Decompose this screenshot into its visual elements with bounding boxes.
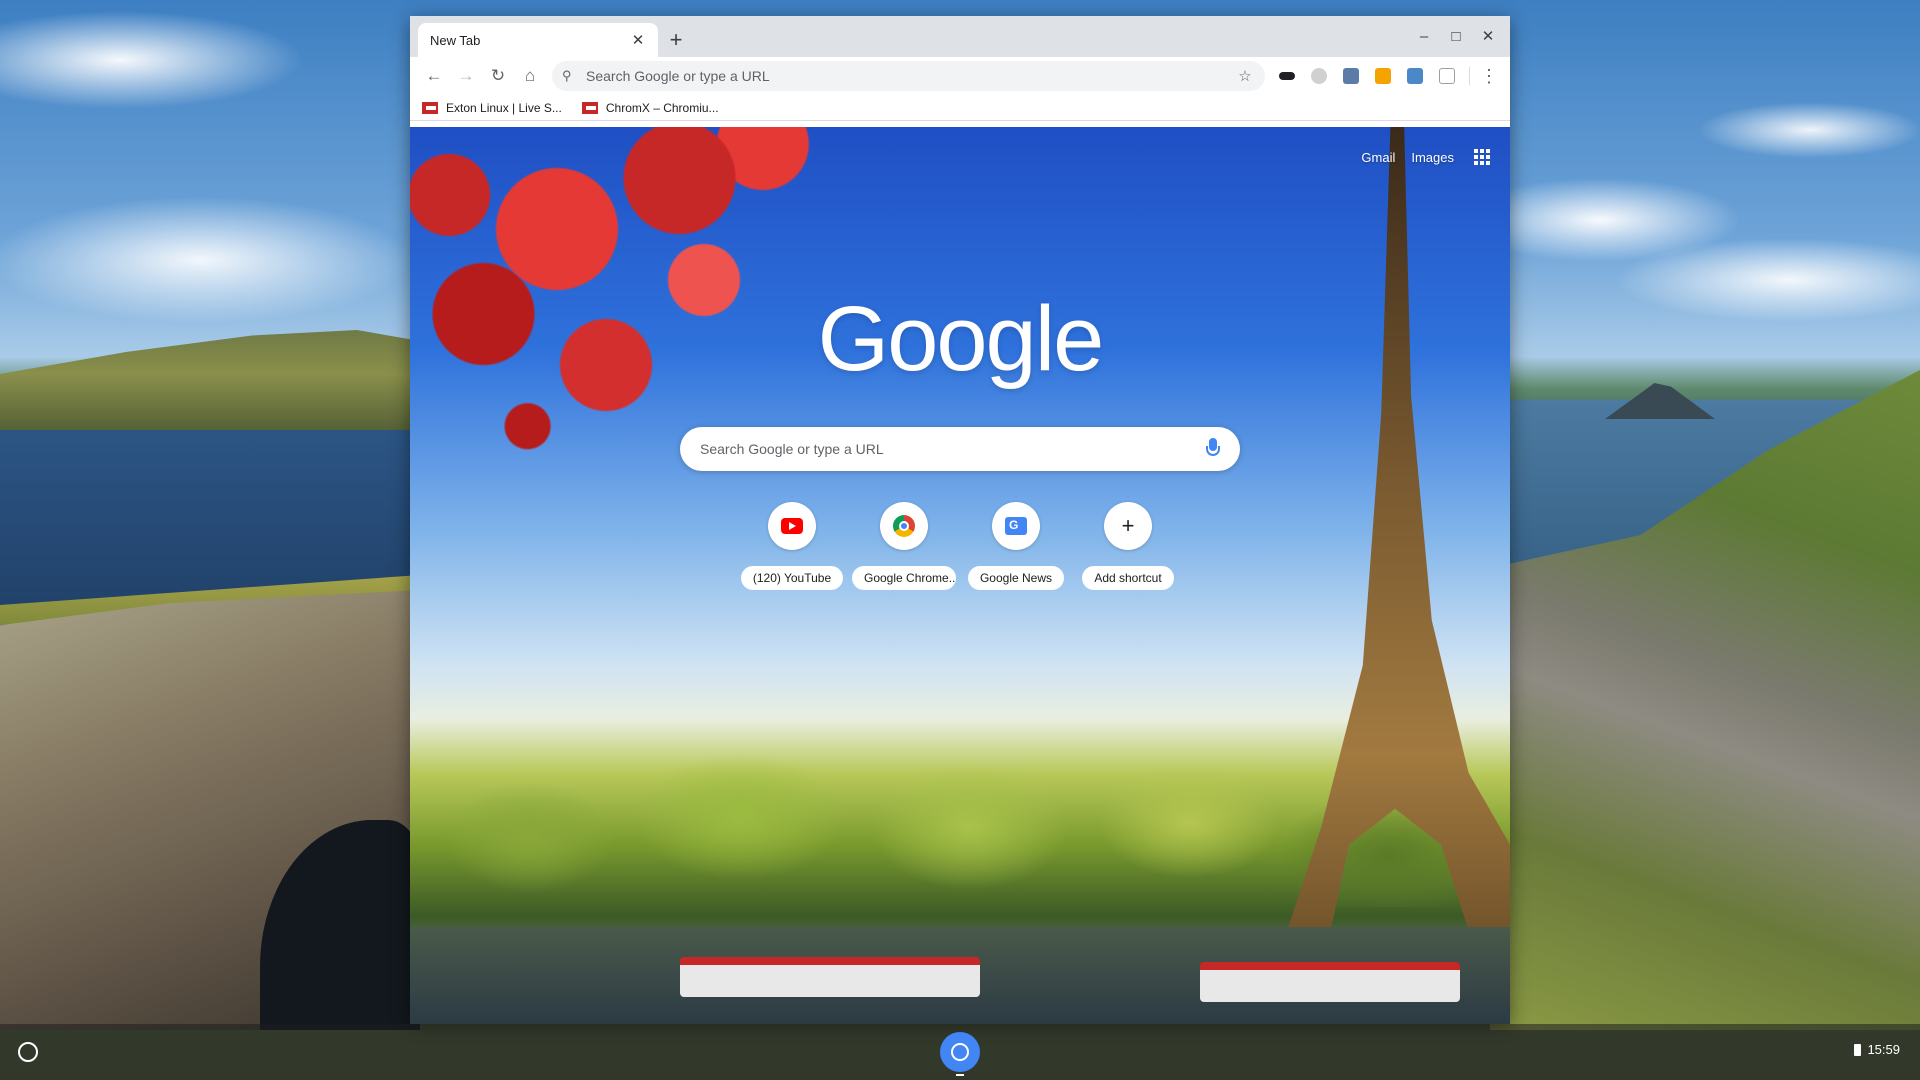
search-icon: ⚲ (562, 68, 572, 83)
shortcut-add[interactable]: + Add shortcut (1072, 502, 1184, 590)
shortcut-label[interactable]: Google News (967, 566, 1065, 590)
close-window-button[interactable]: ✕ (1472, 24, 1504, 48)
google-logo: Google (817, 288, 1105, 390)
ntp-search-box[interactable]: Search Google or type a URL (680, 427, 1240, 471)
window-controls: – □ ✕ (1408, 24, 1504, 48)
chrome-icon[interactable] (880, 502, 928, 550)
new-tab-page: Gmail Images Google Search Google or typ… (410, 127, 1510, 1024)
toolbar-divider (1469, 67, 1470, 85)
omnibox-placeholder[interactable]: Search Google or type a URL (582, 68, 1235, 84)
reload-button[interactable]: ↻ (482, 61, 514, 91)
google-news-icon[interactable] (992, 502, 1040, 550)
toolbar: ← → ↻ ⌂ ⚲ Search Google or type a URL ☆ … (410, 57, 1510, 95)
clock: 15:59 (1867, 1042, 1900, 1057)
apps-grid-icon[interactable] (1474, 149, 1490, 165)
home-button[interactable]: ⌂ (514, 61, 546, 91)
shortcut-label[interactable]: Add shortcut (1082, 566, 1174, 590)
bookmark-chromx[interactable]: ChromX – Chromiu... (581, 100, 719, 115)
youtube-icon[interactable] (768, 502, 816, 550)
new-tab-button[interactable]: + (662, 26, 690, 54)
background-boat (1200, 962, 1460, 1002)
ntp-top-links: Gmail Images (1361, 149, 1490, 165)
shortcut-label[interactable]: Google Chrome... (852, 566, 956, 590)
shelf: 15:59 (0, 1024, 1920, 1080)
bookmarks-bar: Exton Linux | Live S... ChromX – Chromiu… (410, 95, 1510, 121)
blue-s-extension-icon[interactable] (1399, 61, 1431, 91)
status-tray[interactable]: 15:59 (1854, 1042, 1900, 1057)
puzzle-extension-icon[interactable] (1335, 61, 1367, 91)
tab-new-tab[interactable]: New Tab ✕ (418, 23, 658, 57)
bookmark-favicon-icon (422, 101, 438, 114)
back-button[interactable]: ← (418, 61, 450, 91)
microphone-icon[interactable] (1206, 438, 1220, 460)
circle-extension-icon[interactable] (1303, 61, 1335, 91)
bookmark-exton-linux[interactable]: Exton Linux | Live S... (422, 101, 562, 115)
menu-icon[interactable]: ⋮ (1476, 66, 1502, 87)
orange-extension-icon[interactable] (1367, 61, 1399, 91)
images-link[interactable]: Images (1411, 150, 1454, 165)
browser-window: New Tab ✕ + – □ ✕ ← → ↻ ⌂ ⚲ Search Googl… (410, 16, 1510, 1024)
bookmark-star-icon[interactable]: ☆ (1235, 67, 1255, 85)
omnibox[interactable]: ⚲ Search Google or type a URL ☆ (552, 61, 1265, 91)
close-icon[interactable]: ✕ (630, 31, 646, 49)
shortcut-youtube[interactable]: (120) YouTube (736, 502, 848, 590)
shortcut-google-chrome[interactable]: Google Chrome... (848, 502, 960, 590)
maximize-button[interactable]: □ (1440, 24, 1472, 48)
gmail-link[interactable]: Gmail (1361, 150, 1395, 165)
bookmark-favicon-icon (581, 101, 598, 114)
square-extension-icon[interactable] (1431, 61, 1463, 91)
tab-title: New Tab (430, 32, 481, 48)
title-bar[interactable]: New Tab ✕ + – □ ✕ (410, 16, 1510, 57)
running-indicator (956, 1074, 964, 1076)
bookmark-label: Exton Linux | Live S... (446, 100, 562, 115)
bookmark-label: ChromX – Chromiu... (605, 100, 719, 115)
launcher-icon[interactable] (18, 1042, 38, 1062)
chrome-shelf-icon[interactable] (940, 1032, 980, 1072)
battery-icon (1854, 1043, 1862, 1056)
shortcut-google-news[interactable]: Google News (960, 502, 1072, 590)
glasses-extension-icon[interactable] (1271, 61, 1303, 91)
minimize-button[interactable]: – (1408, 24, 1440, 48)
plus-icon[interactable]: + (1104, 502, 1152, 550)
forward-button[interactable]: → (450, 61, 482, 91)
wallpaper-hill (0, 330, 420, 440)
shortcuts: (120) YouTube Google Chrome... Google Ne… (410, 502, 1510, 590)
background-boat (680, 957, 980, 997)
shortcut-label[interactable]: (120) YouTube (740, 566, 844, 590)
ntp-search-placeholder[interactable]: Search Google or type a URL (700, 441, 1206, 457)
